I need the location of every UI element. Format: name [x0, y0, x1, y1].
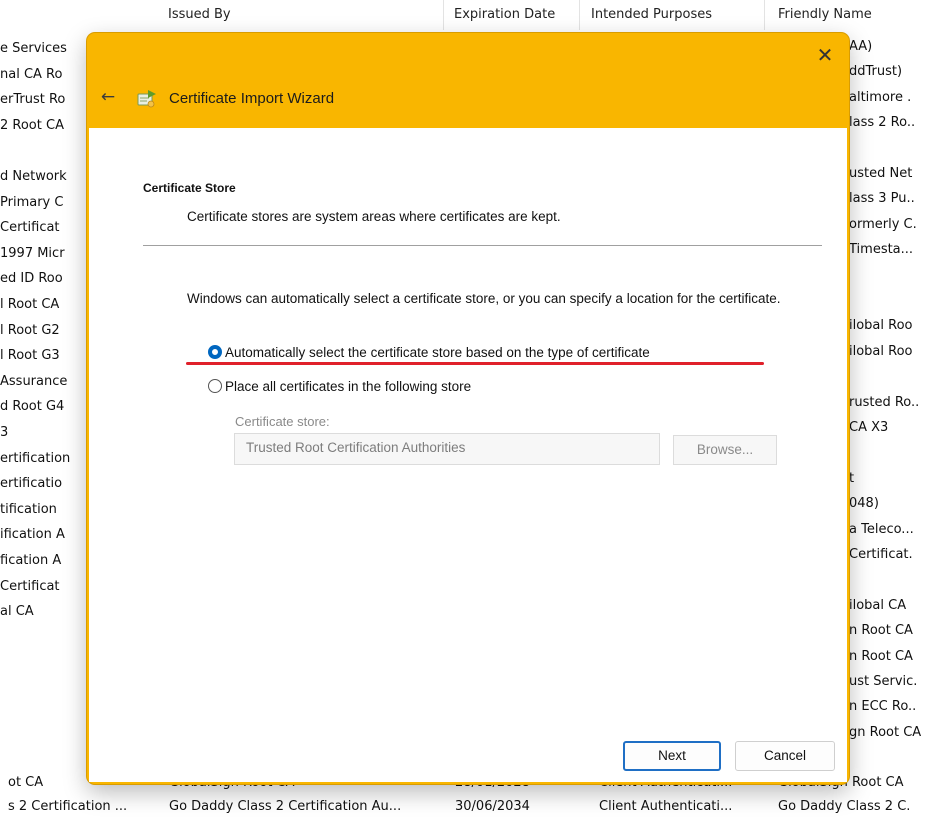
column-issued-by[interactable]: Issued By — [160, 0, 444, 30]
cell-friendly-name: Go Daddy Class 2 C. — [778, 799, 911, 814]
section-description: Certificate stores are system areas wher… — [187, 209, 561, 224]
list-item[interactable]: l Root CA — [0, 294, 86, 316]
radio-place-in-store[interactable]: Place all certificates in the following … — [208, 376, 471, 396]
list-item[interactable]: AA) — [849, 36, 931, 58]
list-item[interactable]: CA X3 — [849, 417, 931, 439]
list-item[interactable]: lass 3 Pu.. — [849, 188, 931, 210]
list-item[interactable]: Primary C — [0, 192, 86, 214]
radio-auto-select-label[interactable]: Automatically select the certificate sto… — [225, 345, 650, 360]
dialog-title: Certificate Import Wizard — [169, 90, 335, 107]
list-item[interactable]: tification — [0, 499, 86, 521]
cell-expiration: 30/06/2034 — [455, 799, 530, 814]
back-arrow-icon[interactable]: ← — [97, 86, 119, 108]
list-item[interactable] — [849, 442, 931, 464]
list-item[interactable]: ust Servic. — [849, 671, 931, 693]
list-item[interactable] — [849, 290, 931, 312]
radio-auto-select[interactable]: Automatically select the certificate sto… — [208, 342, 650, 362]
certificate-store-label: Certificate store: — [235, 414, 330, 429]
list-item[interactable]: ed ID Roo — [0, 268, 86, 290]
list-item[interactable]: Certificat. — [849, 544, 931, 566]
list-item[interactable]: 3 — [0, 422, 86, 444]
cell-issued-by: Go Daddy Class 2 Certification Au... — [169, 799, 402, 814]
list-item[interactable]: l Root G2 — [0, 320, 86, 342]
list-item[interactable]: altimore . — [849, 87, 931, 109]
list-item[interactable]: lass 2 Ro.. — [849, 112, 931, 134]
column-expiration-date[interactable]: Expiration Date — [446, 0, 580, 30]
browse-button: Browse... — [673, 435, 777, 465]
list-item[interactable] — [0, 140, 86, 162]
list-item[interactable]: ormerly C. — [849, 214, 931, 236]
next-button[interactable]: Next — [623, 741, 721, 771]
list-item[interactable]: erTrust Ro — [0, 89, 86, 111]
certificate-import-wizard-dialog: ✕ ← Certificate Import Wizard Certificat… — [87, 33, 849, 784]
certificate-wizard-icon — [137, 90, 156, 108]
list-item[interactable] — [849, 366, 931, 388]
close-button[interactable]: ✕ — [811, 41, 839, 69]
list-item[interactable]: 048) — [849, 493, 931, 515]
list-item[interactable]: Timesta... — [849, 239, 931, 261]
list-item[interactable]: n Root CA — [849, 620, 931, 642]
list-item[interactable]: l Root G3 — [0, 345, 86, 367]
list-item[interactable]: nal CA Ro — [0, 64, 86, 86]
list-item[interactable]: rusted Ro.. — [849, 392, 931, 414]
list-item[interactable]: t — [849, 468, 931, 490]
cell-purposes: Client Authenticati... — [599, 799, 733, 814]
radio-selected-icon[interactable] — [208, 345, 222, 359]
list-item[interactable]: Certificat — [0, 217, 86, 239]
list-item[interactable]: ilobal CA — [849, 595, 931, 617]
list-item[interactable]: usted Net — [849, 163, 931, 185]
list-item[interactable]: e Services — [0, 38, 86, 60]
red-highlight-underline — [186, 362, 764, 365]
section-title: Certificate Store — [143, 181, 236, 195]
list-item[interactable]: fication A — [0, 550, 86, 572]
list-item[interactable]: a Teleco... — [849, 519, 931, 541]
list-item[interactable]: ification A — [0, 524, 86, 546]
header-divider — [143, 245, 822, 246]
list-item[interactable]: n ECC Ro.. — [849, 696, 931, 718]
list-item[interactable]: gn Root CA — [849, 722, 931, 744]
radio-place-in-store-label[interactable]: Place all certificates in the following … — [225, 379, 471, 394]
cell-issued-to: ot CA — [8, 775, 44, 790]
column-intended-purposes[interactable]: Intended Purposes — [583, 0, 765, 30]
list-item[interactable]: n Root CA — [849, 646, 931, 668]
radio-unselected-icon[interactable] — [208, 379, 222, 393]
list-item[interactable] — [849, 569, 931, 591]
cell-issued-to: s 2 Certification ... — [8, 799, 128, 814]
cert-list-header: Issued By Expiration Date Intended Purpo… — [0, 0, 931, 32]
list-item[interactable]: d Network — [0, 166, 86, 188]
list-item[interactable]: ilobal Roo — [849, 341, 931, 363]
list-item[interactable]: Certificat — [0, 576, 86, 598]
list-item[interactable]: Assurance — [0, 371, 86, 393]
column-friendly-name[interactable]: Friendly Name — [770, 0, 931, 30]
list-item[interactable]: 1997 Micr — [0, 243, 86, 265]
list-item[interactable]: ertificatio — [0, 473, 86, 495]
list-item[interactable]: d Root G4 — [0, 396, 86, 418]
list-item[interactable]: ertification — [0, 448, 86, 470]
cancel-button[interactable]: Cancel — [735, 741, 835, 771]
list-item[interactable]: ilobal Roo — [849, 315, 931, 337]
list-item[interactable]: 2 Root CA — [0, 115, 86, 137]
list-item[interactable]: ddTrust) — [849, 61, 931, 83]
intro-text: Windows can automatically select a certi… — [187, 291, 781, 306]
list-item[interactable]: al CA — [0, 601, 86, 623]
certificate-store-field: Trusted Root Certification Authorities — [234, 433, 660, 465]
list-item[interactable] — [849, 265, 931, 287]
list-item[interactable] — [849, 138, 931, 160]
